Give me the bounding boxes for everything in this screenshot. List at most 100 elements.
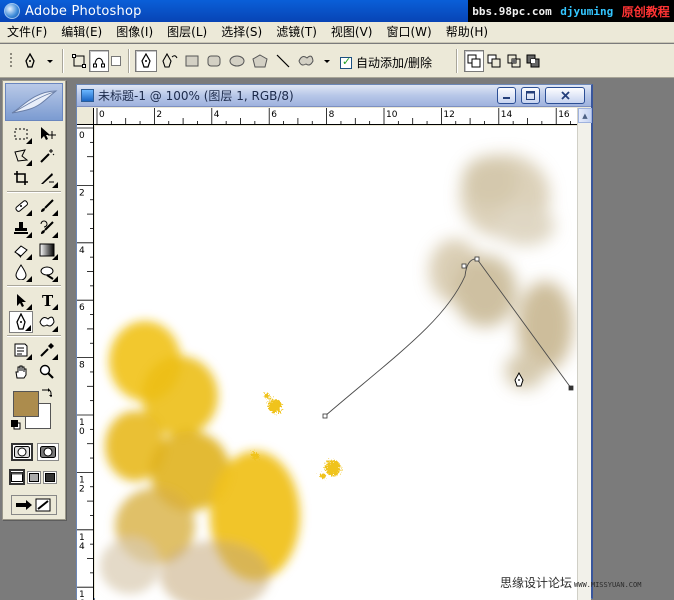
menu-view[interactable]: 视图(V) <box>324 23 380 42</box>
pen-mode-button[interactable] <box>135 50 157 72</box>
add-to-path-area-button[interactable] <box>464 50 484 72</box>
fill-pixels-button[interactable] <box>109 50 123 72</box>
subtract-path-area-button[interactable] <box>484 50 504 72</box>
app-titlebar: Adobe Photoshop bbs.98pc.com djyuming 原创… <box>0 0 674 22</box>
polygon-shape-button[interactable] <box>250 50 270 72</box>
scroll-up-button[interactable]: ▲ <box>578 108 592 123</box>
path-selection-tool[interactable] <box>9 289 33 311</box>
canvas-artwork <box>100 154 574 600</box>
toolbox-separator <box>7 191 61 193</box>
quick-mask-button[interactable] <box>37 443 59 461</box>
ruler-origin[interactable] <box>77 108 94 125</box>
ruler-v-label: 2 <box>79 484 85 494</box>
document-icon <box>81 89 94 102</box>
move-tool[interactable] <box>35 123 59 145</box>
healing-brush-tool[interactable] <box>9 195 33 217</box>
pen-tool[interactable] <box>9 311 33 333</box>
horizontal-ruler[interactable]: 0 2 4 6 8 10 12 14 16 <box>94 108 580 125</box>
full-screen-mode-button[interactable] <box>43 471 57 484</box>
brush-tool[interactable] <box>35 195 59 217</box>
menu-select[interactable]: 选择(S) <box>214 23 269 42</box>
rounded-rect-shape-button[interactable] <box>204 50 224 72</box>
options-separator <box>62 49 64 73</box>
menu-layer[interactable]: 图层(L) <box>160 23 214 42</box>
document-canvas[interactable] <box>95 126 580 600</box>
magic-wand-tool[interactable] <box>35 145 59 167</box>
watermark-site: bbs.98pc.com <box>472 4 552 18</box>
minimize-button[interactable] <box>497 87 516 104</box>
swap-colors-icon[interactable] <box>41 387 53 401</box>
auto-add-delete-checkbox[interactable]: 自动添加/删除 <box>340 54 432 71</box>
screen-mode-icon <box>45 473 55 482</box>
eraser-tool[interactable] <box>9 239 33 261</box>
exclude-path-area-button[interactable] <box>523 50 543 72</box>
intersect-path-area-button[interactable] <box>504 50 524 72</box>
close-button[interactable] <box>545 87 585 104</box>
foreground-color-swatch[interactable] <box>13 391 39 417</box>
maximize-button[interactable] <box>521 87 540 104</box>
forum-watermark: 思缘设计论坛 WWW.MISSYUAN.COM <box>500 574 641 591</box>
app-title: Adobe Photoshop <box>25 3 142 19</box>
rounded-rect-icon <box>207 55 221 67</box>
menu-help[interactable]: 帮助(H) <box>439 23 495 42</box>
jump-to-imageready-button[interactable] <box>11 495 57 515</box>
zoom-tool[interactable] <box>35 361 59 383</box>
rectangle-shape-button[interactable] <box>182 50 202 72</box>
menu-window[interactable]: 窗口(W) <box>379 23 438 42</box>
custom-shape-button[interactable] <box>296 50 332 72</box>
shape-layers-button[interactable] <box>69 50 89 72</box>
photoshop-app-icon <box>4 3 20 19</box>
marquee-tool[interactable] <box>9 123 33 145</box>
type-tool[interactable]: T <box>35 289 59 311</box>
history-brush-tool[interactable] <box>35 217 59 239</box>
toolbox-separator <box>7 285 61 287</box>
auto-add-delete-check[interactable] <box>340 55 352 69</box>
standard-screen-mode-button[interactable] <box>9 469 25 485</box>
document-titlebar[interactable]: 未标题-1 @ 100% (图层 1, RGB/8) <box>77 85 591 107</box>
freeform-pen-button[interactable] <box>159 50 181 72</box>
custom-shape-tool[interactable] <box>35 311 59 333</box>
auto-add-delete-label: 自动添加/删除 <box>356 56 433 70</box>
ellipse-icon <box>229 55 245 67</box>
toolbox: T <box>2 80 66 520</box>
menu-image[interactable]: 图像(I) <box>109 23 160 42</box>
ruler-v-label: 0 <box>79 427 85 437</box>
blur-tool[interactable] <box>9 261 33 283</box>
standard-mode-button[interactable] <box>11 443 33 461</box>
imageready-icon <box>16 498 51 512</box>
eyedropper-tool[interactable] <box>35 339 59 361</box>
gradient-tool[interactable] <box>35 239 59 261</box>
ruler-v-label: 8 <box>79 361 85 371</box>
menu-edit[interactable]: 编辑(E) <box>54 23 109 42</box>
forum-watermark-cn: 思缘设计论坛 <box>500 576 573 590</box>
vertical-scrollbar[interactable]: ▲ <box>577 108 592 600</box>
ruler-v-label: 4 <box>79 246 85 256</box>
ruler-h-label: 2 <box>156 110 162 120</box>
clone-stamp-tool[interactable] <box>9 217 33 239</box>
ellipse-shape-button[interactable] <box>227 50 247 72</box>
hand-icon <box>15 365 27 379</box>
default-colors-icon[interactable] <box>11 419 21 430</box>
magic-wand-icon <box>40 149 55 163</box>
tool-preset-picker[interactable] <box>20 50 56 72</box>
freeform-pen-icon <box>162 53 178 68</box>
vertical-ruler[interactable]: 0246810121416 <box>77 125 94 600</box>
crop-tool[interactable] <box>9 167 33 189</box>
lasso-tool[interactable] <box>9 145 33 167</box>
zoom-icon <box>39 364 54 379</box>
paths-button[interactable] <box>89 50 109 72</box>
hand-tool[interactable] <box>9 361 33 383</box>
watermark-label: 原创教程 <box>621 4 670 19</box>
screen-mode-icon <box>11 472 23 482</box>
slice-tool[interactable] <box>35 167 59 189</box>
forum-watermark-url: WWW.MISSYUAN.COM <box>574 581 642 589</box>
ruler-h-label: 10 <box>386 110 398 120</box>
menu-file[interactable]: 文件(F) <box>0 23 54 42</box>
menu-filter[interactable]: 滤镜(T) <box>269 23 324 42</box>
options-grip[interactable] <box>8 50 14 72</box>
notes-tool[interactable] <box>9 339 33 361</box>
full-screen-menu-mode-button[interactable] <box>27 471 41 484</box>
toolbox-header[interactable] <box>5 83 63 121</box>
line-shape-button[interactable] <box>273 50 293 72</box>
dodge-tool[interactable] <box>35 261 59 283</box>
